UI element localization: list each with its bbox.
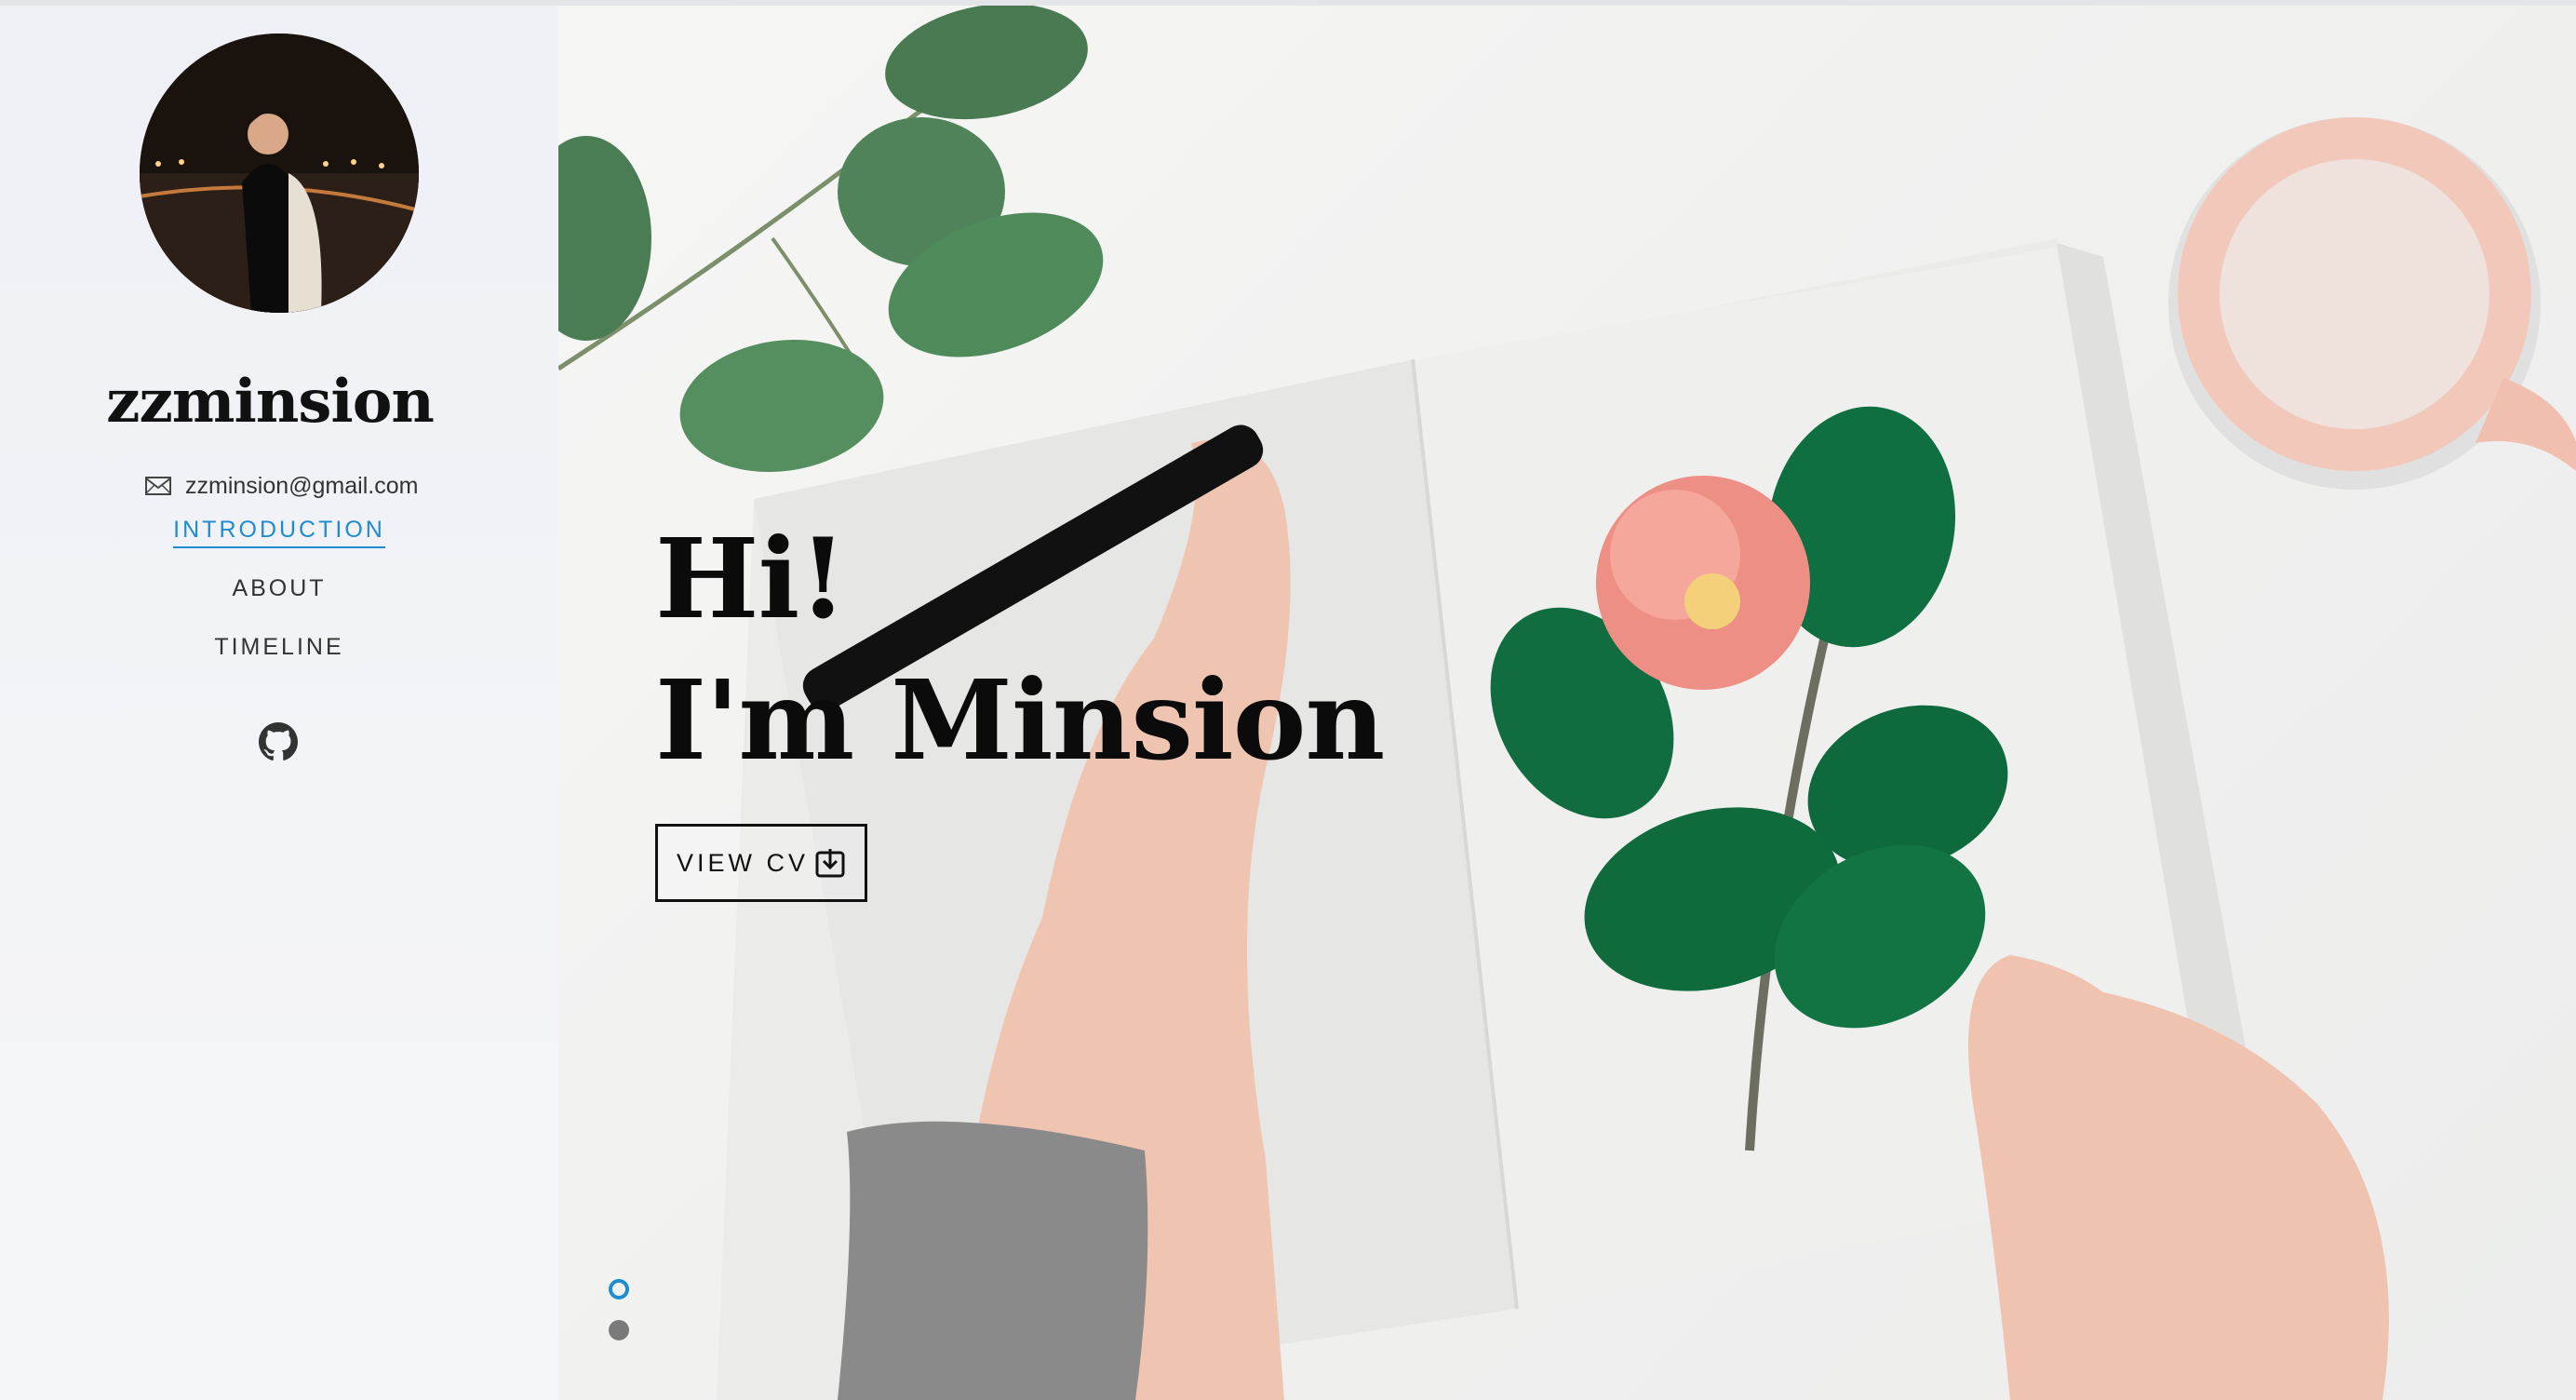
hero-heading: Hi! I'm Minsion (655, 508, 1385, 791)
github-icon[interactable] (259, 722, 298, 761)
email-text: zzminsion@gmail.com (185, 472, 419, 499)
nav-item-timeline[interactable]: TIMELINE (214, 631, 343, 690)
nav-item-label: TIMELINE (214, 634, 344, 660)
nav-item-label: INTRODUCTION (173, 517, 385, 548)
sidebar-nav: INTRODUCTION ABOUT TIMELINE (0, 514, 558, 690)
nav-item-introduction[interactable]: INTRODUCTION (173, 514, 385, 572)
nav-item-about[interactable]: ABOUT (232, 572, 326, 631)
hero-line-2: I'm Minsion (655, 655, 1385, 785)
download-icon (815, 849, 845, 878)
slider-dot-1[interactable] (609, 1279, 629, 1299)
slider-dot-2[interactable] (609, 1320, 629, 1340)
hero-line-1: Hi! (655, 514, 847, 643)
mail-icon (145, 477, 171, 495)
hero-section: Hi! I'm Minsion VIEW CV (558, 6, 2576, 1400)
avatar (140, 34, 419, 313)
site-name: zzminsion (106, 367, 435, 437)
nav-item-label: ABOUT (232, 575, 327, 601)
profile-photo-image (140, 34, 419, 313)
email-row[interactable]: zzminsion@gmail.com (144, 467, 418, 505)
sidebar: zzminsion zzminsion@gmail.com INTRODUCTI… (0, 6, 558, 1400)
view-cv-button[interactable]: VIEW CV (655, 824, 867, 902)
view-cv-label: VIEW CV (676, 848, 809, 877)
